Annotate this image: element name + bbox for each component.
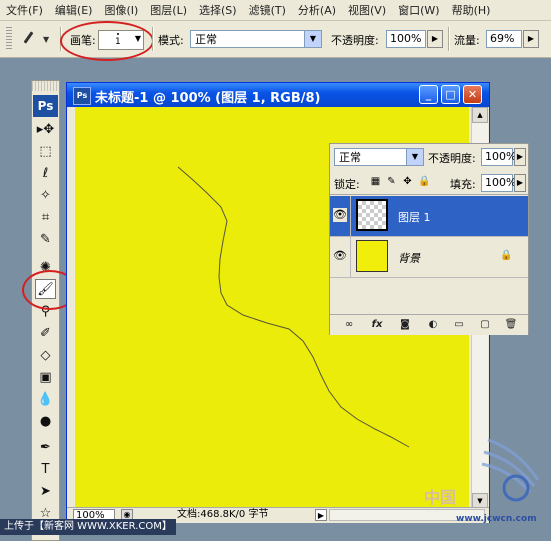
document-title: 未标题-1 @ 100% (图层 1, RGB/8)	[95, 91, 321, 106]
layer-thumbnail	[356, 199, 388, 231]
mode-label: 模式:	[158, 34, 184, 47]
layer-thumbnail	[356, 240, 388, 272]
watermark-logo	[481, 438, 540, 502]
brush-icon	[20, 31, 40, 47]
lock-position-icon[interactable]: ✥	[402, 176, 413, 187]
blur-icon[interactable]: 💧	[35, 389, 56, 409]
layer-opacity-label: 不透明度:	[428, 152, 476, 165]
new-layer-icon[interactable]: ▢	[478, 318, 492, 332]
chevron-down-icon: ▼	[304, 31, 321, 47]
trash-icon[interactable]: 🗑	[504, 318, 518, 332]
flow-label: 流量:	[454, 34, 480, 47]
add-mask-icon[interactable]: ◙	[398, 318, 412, 332]
menu-window[interactable]: 窗口(W)	[392, 2, 445, 18]
document-titlebar[interactable]: Ps 未标题-1 @ 100% (图层 1, RGB/8) _ □ ✕	[67, 83, 489, 107]
opacity-field[interactable]: 100%	[386, 30, 426, 48]
lock-pixels-icon[interactable]: ✎	[386, 176, 397, 187]
dodge-icon[interactable]: ●	[35, 411, 56, 431]
status-menu-arrow-icon[interactable]: ▶	[315, 509, 327, 521]
menu-select[interactable]: 选择(S)	[193, 2, 243, 18]
ps-doc-icon: Ps	[73, 87, 91, 105]
mode-value: 正常	[195, 33, 217, 46]
type-icon[interactable]: T	[35, 459, 56, 479]
menu-filter[interactable]: 滤镜(T)	[243, 2, 292, 18]
minimize-button[interactable]: _	[419, 85, 438, 104]
marquee-icon[interactable]: ⬚	[35, 141, 56, 161]
chevron-down-icon: ▼	[43, 34, 50, 44]
layer-name[interactable]: 背景	[398, 250, 420, 266]
fill-slider-button[interactable]: ▶	[514, 174, 526, 192]
menu-layer[interactable]: 图层(L)	[144, 2, 193, 18]
gripper-icon[interactable]	[6, 27, 12, 51]
crop-icon[interactable]: ⌗	[35, 207, 56, 227]
palette-gripper[interactable]	[32, 81, 59, 91]
watermark-url: www.jcwcn.com	[456, 514, 537, 524]
lasso-icon[interactable]: ℓ	[35, 163, 56, 183]
slice-icon[interactable]: ✎	[35, 229, 56, 249]
chevron-down-icon: ▼	[406, 149, 423, 165]
layer-opacity-slider-button[interactable]: ▶	[514, 148, 526, 166]
gradient-icon[interactable]: ▣	[35, 367, 56, 387]
menu-file[interactable]: 文件(F)	[0, 2, 49, 18]
pen-icon[interactable]: ✒	[35, 437, 56, 457]
tool-preset-picker[interactable]: ▼	[20, 30, 54, 48]
layer-row[interactable]: 👁 背景 🔒	[330, 237, 528, 278]
divider	[350, 237, 351, 277]
menu-edit[interactable]: 编辑(E)	[49, 2, 99, 18]
path-select-icon[interactable]: ➤	[35, 481, 56, 501]
layers-panel: 正常 ▼ 不透明度: 100% ▶ 锁定: ▦ ✎ ✥ 🔒 填充: 100% ▶…	[329, 143, 529, 335]
lock-icon: 🔒	[500, 250, 513, 261]
flow-slider-button[interactable]: ▶	[523, 30, 539, 48]
layers-top-row: 正常 ▼ 不透明度: 100% ▶	[330, 144, 528, 170]
watermark-text: 中国	[424, 488, 457, 507]
opacity-slider-button[interactable]: ▶	[427, 30, 443, 48]
eye-icon[interactable]: 👁	[333, 208, 347, 222]
layers-bottom-bar: ∞ fx ◙ ◐ ▭ ▢ 🗑	[330, 314, 528, 335]
menu-bar: 文件(F) 编辑(E) 图像(I) 图层(L) 选择(S) 滤镜(T) 分析(A…	[0, 0, 551, 21]
menu-analysis[interactable]: 分析(A)	[292, 2, 342, 18]
fill-label: 填充:	[450, 178, 476, 191]
menu-view[interactable]: 视图(V)	[342, 2, 392, 18]
layers-lock-row: 锁定: ▦ ✎ ✥ 🔒 填充: 100% ▶	[330, 172, 528, 195]
lock-all-icon[interactable]: 🔒	[418, 176, 430, 187]
upload-caption: 上传于【新客网 WWW.XKER.COM】	[0, 519, 176, 535]
lock-label: 锁定:	[334, 178, 360, 191]
close-button[interactable]: ✕	[463, 85, 482, 104]
divider	[350, 196, 351, 236]
layer-opacity-field[interactable]: 100%	[481, 148, 516, 166]
link-layers-icon[interactable]: ∞	[342, 318, 356, 332]
blend-mode-value: 正常	[339, 151, 361, 164]
tools-palette: Ps ▸✥ ⬚ ℓ ✧ ⌗ ✎ ✺ 🖌 ⚲ ✐ ◇ ▣ 💧 ● ✒ T ➤ ☆	[31, 80, 60, 541]
move-icon[interactable]: ▸✥	[35, 119, 56, 139]
menu-image[interactable]: 图像(I)	[98, 2, 144, 18]
eye-icon[interactable]: 👁	[333, 249, 347, 263]
layer-name[interactable]: 图层 1	[398, 209, 431, 225]
eraser-icon[interactable]: ◇	[35, 345, 56, 365]
ps-logo[interactable]: Ps	[33, 95, 58, 117]
lock-transparency-icon[interactable]: ▦	[370, 176, 381, 187]
divider	[152, 27, 154, 51]
adjustment-layer-icon[interactable]: ◐	[426, 318, 440, 332]
blend-mode-select[interactable]: 正常 ▼	[334, 148, 424, 166]
options-bar: ▼ 画笔: 1 ▼ 模式: 正常 ▼ 不透明度: 100% ▶ 流量: 69% …	[0, 21, 551, 61]
opacity-label: 不透明度:	[331, 34, 379, 47]
flow-field[interactable]: 69%	[486, 30, 522, 48]
fx-icon[interactable]: fx	[370, 318, 384, 332]
mode-select[interactable]: 正常 ▼	[190, 30, 322, 48]
scroll-up-icon[interactable]: ▲	[472, 107, 488, 123]
highlight-oval	[60, 21, 154, 61]
history-brush-icon[interactable]: ✐	[35, 323, 56, 343]
new-group-icon[interactable]: ▭	[452, 318, 466, 332]
magic-wand-icon[interactable]: ✧	[35, 185, 56, 205]
divider	[448, 27, 450, 51]
maximize-button[interactable]: □	[441, 85, 460, 104]
document-info: 文档:468.8K/0 字节	[177, 509, 269, 520]
menu-help[interactable]: 帮助(H)	[446, 2, 497, 18]
fill-field[interactable]: 100%	[481, 174, 516, 192]
layer-row[interactable]: 👁 图层 1	[330, 196, 528, 237]
